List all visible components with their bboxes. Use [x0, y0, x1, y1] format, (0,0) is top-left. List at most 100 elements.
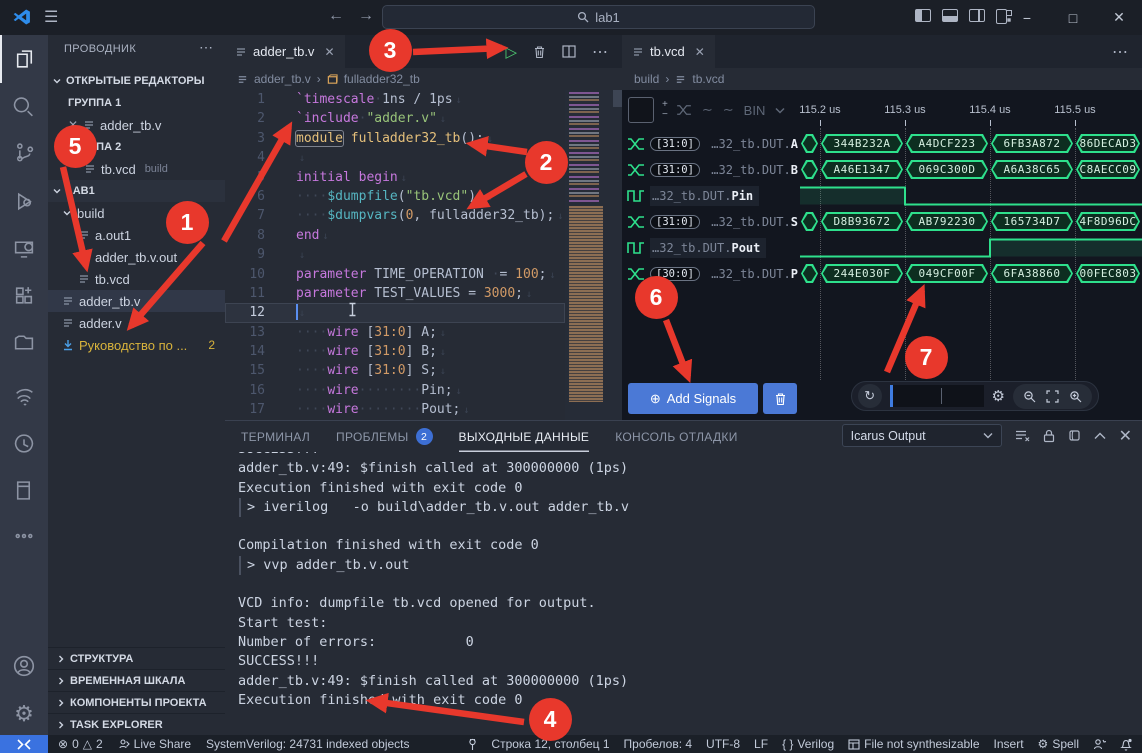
zoom-out-icon[interactable]: [1023, 390, 1036, 403]
breadcrumb-folder[interactable]: build: [634, 72, 659, 86]
code-line-13[interactable]: 13····wire [31:0] A;: [225, 323, 565, 342]
editor-scrollbar[interactable]: [613, 90, 622, 107]
plug-icon[interactable]: [468, 738, 477, 751]
activity-search-icon[interactable]: [0, 83, 48, 131]
breadcrumb-file[interactable]: adder_tb.v: [254, 72, 311, 86]
wave-row-p[interactable]: 244E030F049CF00F6FA3886000FEC803: [800, 261, 1142, 287]
code-line-6[interactable]: 6····$dumpfile("tb.vcd");: [225, 187, 565, 206]
code-line-10[interactable]: 10parameter TIME_OPERATION ·= 100;: [225, 265, 565, 284]
open-editors-section[interactable]: ОТКРЫТЫЕ РЕДАКТОРЫ: [48, 70, 225, 92]
sidebar-more-icon[interactable]: ⋯: [199, 39, 213, 56]
activity-files-icon[interactable]: [0, 35, 48, 83]
wave-time-input[interactable]: [890, 385, 984, 407]
code-line-14[interactable]: 14····wire [31:0] B;: [225, 342, 565, 361]
tree-item--[interactable]: Руководство по ...2: [48, 334, 225, 356]
zoom-in-icon[interactable]: [1069, 390, 1082, 403]
panel-tab-терминал[interactable]: ТЕРМИНАЛ: [241, 421, 310, 452]
add-signals-button[interactable]: ⊕ Add Signals: [628, 383, 758, 414]
gear-icon[interactable]: ⚙: [992, 387, 1005, 405]
settings-gear-icon[interactable]: ⚙: [0, 690, 48, 738]
spell-status[interactable]: ⚙ Spell: [1038, 737, 1079, 751]
close-button[interactable]: ✕: [1096, 0, 1142, 35]
signal-pin[interactable]: …32_tb.DUT.Pin: [622, 183, 800, 209]
fit-screen-icon[interactable]: [1046, 390, 1059, 403]
tab-tbvcd[interactable]: tb.vcd ✕: [622, 35, 715, 68]
tree-item-adder-tb-v[interactable]: adder_tb.v: [48, 290, 225, 312]
wave-style-icon[interactable]: ∼: [702, 102, 713, 118]
wave-zoom-steppers[interactable]: +−: [662, 100, 668, 120]
split-editor-icon[interactable]: [562, 45, 576, 58]
section-компоненты-проекта[interactable]: КОМПОНЕНТЫ ПРОЕКТА: [48, 691, 225, 713]
panel-tab-выходные-данные[interactable]: ВЫХОДНЫЕ ДАННЫЕ: [459, 421, 590, 452]
output-console[interactable]: SUCCESS!!!adder_tb.v:49: $finish called …: [238, 440, 1118, 729]
nav-back-icon[interactable]: ←: [328, 7, 344, 25]
signal-b[interactable]: [31:0]…32_tb.DUT.B: [622, 157, 800, 183]
remote-indicator[interactable]: [0, 735, 48, 753]
language-mode-status[interactable]: { } Verilog: [782, 737, 834, 751]
bus-format-icon[interactable]: [676, 104, 692, 116]
toggle-sidebar-icon[interactable]: [915, 9, 931, 22]
breadcrumb-file[interactable]: tb.vcd: [692, 72, 724, 86]
editor-more-icon[interactable]: ⋯: [1112, 42, 1128, 62]
remove-signals-button[interactable]: [763, 383, 797, 414]
panel-maximize-icon[interactable]: [1094, 432, 1106, 440]
code-line-12[interactable]: 12: [225, 303, 565, 322]
open-in-editor-icon[interactable]: [1068, 429, 1081, 442]
section-структура[interactable]: СТРУКТУРА: [48, 647, 225, 669]
live-share-button[interactable]: Live Share: [118, 737, 191, 751]
toggle-secondary-sidebar-icon[interactable]: [969, 9, 985, 22]
wave-row-a[interactable]: 344B232AA4DCF2236FB3A87286DECAD3: [800, 131, 1142, 157]
wave-row-pout[interactable]: [800, 235, 1142, 261]
tab-close-icon[interactable]: ✕: [695, 45, 705, 59]
signal-a[interactable]: [31:0]…32_tb.DUT.A: [622, 131, 800, 157]
code-line-3[interactable]: 3module fulladder32_tb();: [225, 129, 565, 148]
menu-icon[interactable]: ☰: [44, 7, 58, 27]
section-временная-шкала[interactable]: ВРЕМЕННАЯ ШКАЛА: [48, 669, 225, 691]
encoding-status[interactable]: UTF-8: [706, 737, 740, 751]
problems-status[interactable]: ⊗0 △2: [58, 737, 103, 751]
nav-forward-icon[interactable]: →: [358, 7, 374, 25]
signal-s[interactable]: [31:0]…32_tb.DUT.S: [622, 209, 800, 235]
panel-close-icon[interactable]: ✕: [1119, 426, 1132, 446]
activity-project-folder-icon[interactable]: [0, 318, 48, 366]
tree-item-adder-tb-v-out[interactable]: adder_tb.v.out: [48, 246, 225, 268]
activity-run-debug-icon[interactable]: [0, 177, 48, 225]
minimize-button[interactable]: −: [1004, 0, 1050, 35]
trash-icon[interactable]: [533, 45, 546, 59]
wave-row-pin[interactable]: [800, 183, 1142, 209]
activity-extensions-icon[interactable]: [0, 271, 48, 319]
indentation-status[interactable]: Пробелов: 4: [624, 737, 693, 751]
waveform-breadcrumb[interactable]: build › tb.vcd: [622, 68, 1142, 90]
activity-source-control-icon[interactable]: [0, 130, 48, 178]
wave-value-box[interactable]: [628, 97, 654, 123]
synthesis-status[interactable]: File not synthesizable: [848, 737, 979, 751]
output-channel-select[interactable]: Icarus Output: [842, 424, 1002, 447]
tree-item-adder-v[interactable]: adder.v: [48, 312, 225, 334]
lock-icon[interactable]: [1043, 429, 1055, 443]
breadcrumb-symbol[interactable]: fulladder32_tb: [344, 72, 420, 86]
activity-timeline-clock-icon[interactable]: [0, 419, 48, 467]
refresh-icon[interactable]: ↻: [858, 384, 882, 408]
activity-more-icon[interactable]: [0, 513, 48, 561]
bell-icon[interactable]: [1120, 738, 1132, 751]
toggle-panel-icon[interactable]: [942, 9, 958, 22]
wave-style2-icon[interactable]: ∼: [723, 102, 734, 118]
panel-tab-консоль-отладки[interactable]: КОНСОЛЬ ОТЛАДКИ: [615, 421, 737, 452]
code-line-17[interactable]: 17····wire········Pout;: [225, 400, 565, 419]
code-line-7[interactable]: 7····$dumpvars(0, fulladder32_tb);: [225, 206, 565, 225]
code-line-2[interactable]: 2`include·"adder.v": [225, 109, 565, 128]
insert-mode-status[interactable]: Insert: [994, 737, 1024, 751]
account-icon[interactable]: [0, 642, 48, 690]
tree-item-tb-vcd[interactable]: tb.vcd: [48, 268, 225, 290]
code-line-9[interactable]: 9: [225, 245, 565, 264]
code-line-11[interactable]: 11parameter TEST_VALUES = 3000;: [225, 284, 565, 303]
tab-adder-tb[interactable]: adder_tb.v ✕: [225, 35, 345, 68]
code-line-15[interactable]: 15····wire [31:0] S;: [225, 361, 565, 380]
waveform-canvas[interactable]: 115.2 us115.3 us115.4 us115.5 us344B232A…: [800, 90, 1142, 420]
section-task-explorer[interactable]: TASK EXPLORER: [48, 713, 225, 735]
code-line-1[interactable]: 1`timescale·1ns / 1ps: [225, 90, 565, 109]
activity-notebook-icon[interactable]: [0, 466, 48, 514]
minimap[interactable]: [565, 90, 609, 408]
project-section-lab1[interactable]: LAB1: [48, 180, 225, 202]
activity-wireless-icon[interactable]: [0, 372, 48, 420]
